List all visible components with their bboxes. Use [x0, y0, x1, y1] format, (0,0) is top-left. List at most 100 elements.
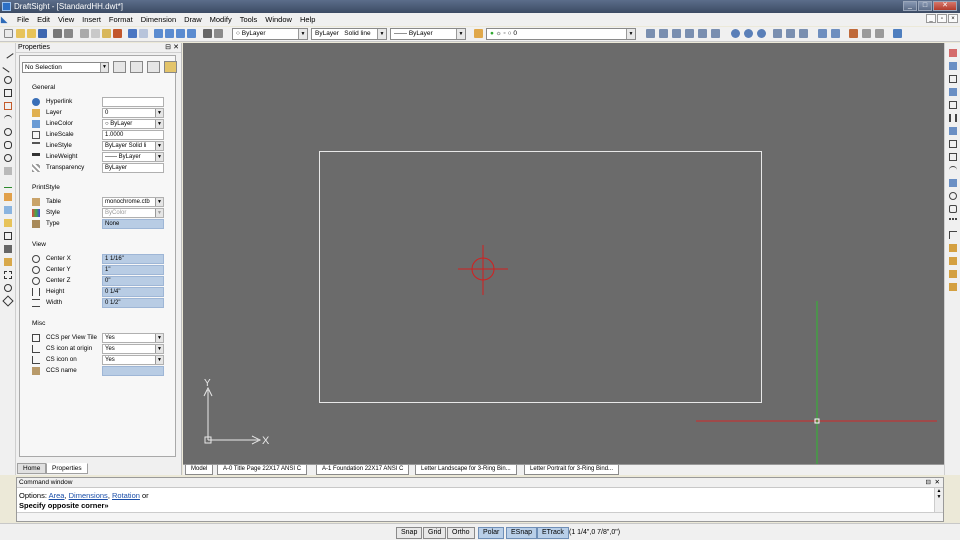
- layer-tool-icon[interactable]: [949, 270, 957, 278]
- color-combo[interactable]: ○ ByLayer ▼: [232, 28, 308, 40]
- linestyle-combo[interactable]: ByLayer Solid line ▼: [311, 28, 387, 40]
- explode-icon[interactable]: [949, 244, 957, 252]
- select-objects-icon[interactable]: [130, 61, 143, 73]
- command-scrollbar[interactable]: ▲ ▼: [934, 488, 943, 512]
- cs-icon-origin-field[interactable]: Yes ▼: [102, 344, 164, 354]
- grid-toggle[interactable]: Grid: [423, 527, 447, 539]
- text-style-icon[interactable]: [862, 29, 871, 38]
- drawing-canvas[interactable]: Y X: [183, 43, 944, 464]
- menu-file[interactable]: File: [13, 15, 33, 24]
- snap-center-icon[interactable]: [672, 29, 681, 38]
- menu-help[interactable]: Help: [296, 15, 319, 24]
- spline-tool-icon[interactable]: [4, 141, 12, 149]
- menu-draw[interactable]: Draw: [180, 15, 206, 24]
- command-input[interactable]: [17, 512, 943, 521]
- option-area-link[interactable]: Area: [49, 491, 65, 500]
- option-dimensions-link[interactable]: Dimensions: [69, 491, 108, 500]
- new-drawing-icon[interactable]: [4, 29, 13, 38]
- extend-icon[interactable]: [949, 179, 957, 187]
- print-preview-icon[interactable]: [64, 29, 73, 38]
- cut-icon[interactable]: [80, 29, 89, 38]
- tab-home[interactable]: Home: [17, 463, 47, 474]
- layer-field[interactable]: 0 ▼: [102, 108, 164, 118]
- pin-icon[interactable]: ⊟: [165, 43, 171, 53]
- snap-quadrant-icon[interactable]: [698, 29, 707, 38]
- edit-icon[interactable]: [949, 257, 957, 265]
- zoom-in-icon[interactable]: [176, 29, 185, 38]
- quick-select-icon[interactable]: [147, 61, 160, 73]
- line-tool-icon[interactable]: [2, 47, 14, 59]
- menu-insert[interactable]: Insert: [78, 15, 105, 24]
- doc-minimize-button[interactable]: _: [926, 14, 936, 23]
- option-rotation-link[interactable]: Rotation: [112, 491, 140, 500]
- snap-midpoint-icon[interactable]: [659, 29, 668, 38]
- stretch-icon[interactable]: [949, 153, 957, 161]
- arc-tool-icon[interactable]: [4, 115, 12, 123]
- save-icon[interactable]: [38, 29, 47, 38]
- ortho-toggle[interactable]: Ortho: [447, 527, 475, 539]
- move-icon[interactable]: [949, 114, 957, 122]
- linestyle-field[interactable]: ByLayer Solid li ▼: [102, 141, 164, 151]
- erase-icon[interactable]: [949, 49, 957, 57]
- tab-model[interactable]: Model: [185, 465, 214, 475]
- measure-icon[interactable]: [893, 29, 902, 38]
- tab-layout-landscape[interactable]: Letter Landscape for 3-Ring Bin...: [415, 465, 517, 475]
- close-button[interactable]: ✕: [933, 1, 957, 11]
- rotate-icon[interactable]: [949, 127, 957, 135]
- zoom-window-icon[interactable]: [165, 29, 174, 38]
- boundary-tool-icon[interactable]: [2, 295, 14, 307]
- menu-window[interactable]: Window: [261, 15, 296, 24]
- join-icon[interactable]: [949, 231, 957, 239]
- break-icon[interactable]: [949, 192, 957, 200]
- undo-icon[interactable]: [128, 29, 137, 38]
- paste-icon[interactable]: [102, 29, 111, 38]
- print-style-field[interactable]: ByColor ▼: [102, 208, 164, 218]
- table-tool-icon[interactable]: [4, 232, 12, 240]
- close-icon[interactable]: ✕: [173, 43, 179, 53]
- center-z-field[interactable]: 0": [102, 276, 164, 286]
- text-tool-icon[interactable]: [4, 245, 12, 253]
- dimension-style-icon[interactable]: [849, 29, 858, 38]
- pan-icon[interactable]: [154, 29, 163, 38]
- print-icon[interactable]: [53, 29, 62, 38]
- point-tool-icon[interactable]: [4, 167, 12, 175]
- maximize-button[interactable]: □: [918, 1, 932, 11]
- pin-icon[interactable]: ⊟: [926, 478, 931, 488]
- table-style-icon[interactable]: [875, 29, 884, 38]
- toggle-pickadd-icon[interactable]: [113, 61, 126, 73]
- menu-edit[interactable]: Edit: [33, 15, 54, 24]
- doc-close-button[interactable]: ×: [948, 14, 958, 23]
- polyline-tool-icon[interactable]: [4, 180, 12, 188]
- snap-perpendicular-icon[interactable]: [744, 29, 753, 38]
- center-x-field[interactable]: 1 1/16": [102, 254, 164, 264]
- block-tool-icon[interactable]: [4, 219, 12, 227]
- ellipse-tool-icon[interactable]: [4, 128, 12, 136]
- mirror-icon[interactable]: [949, 75, 957, 83]
- note-tool-icon[interactable]: [4, 258, 12, 266]
- grid-settings-icon[interactable]: [214, 29, 223, 38]
- hatch-tool-icon[interactable]: [4, 193, 12, 201]
- open-icon[interactable]: [16, 29, 25, 38]
- rectangle-tool-icon[interactable]: [4, 89, 12, 97]
- zoom-out-icon[interactable]: [187, 29, 196, 38]
- polygon-tool-icon[interactable]: [4, 102, 12, 110]
- tab-layout-foundation[interactable]: A-1 Foundation 22X17 ANSI C: [316, 465, 410, 475]
- cs-icon-on-field[interactable]: Yes ▼: [102, 355, 164, 365]
- layer-manager-icon[interactable]: [474, 29, 483, 38]
- palette-options-icon[interactable]: [164, 61, 177, 73]
- region-tool-icon[interactable]: [4, 206, 12, 214]
- menu-format[interactable]: Format: [105, 15, 137, 24]
- copy-entity-icon[interactable]: [949, 62, 957, 70]
- ccs-per-view-field[interactable]: Yes ▼: [102, 333, 164, 343]
- close-icon[interactable]: ✕: [935, 478, 940, 488]
- polar-toggle[interactable]: Polar: [478, 527, 505, 539]
- width-field[interactable]: 0 1/2": [102, 298, 164, 308]
- open-folder-icon[interactable]: [27, 29, 36, 38]
- wipeout-tool-icon[interactable]: [4, 271, 12, 279]
- copy-icon[interactable]: [91, 29, 100, 38]
- group-icon[interactable]: [949, 283, 957, 291]
- print-table-field[interactable]: monochrome.ctb ▼: [102, 197, 164, 207]
- infinite-line-icon[interactable]: [2, 61, 14, 73]
- esnap-toggle[interactable]: ESnap: [506, 527, 538, 539]
- menu-modify[interactable]: Modify: [206, 15, 236, 24]
